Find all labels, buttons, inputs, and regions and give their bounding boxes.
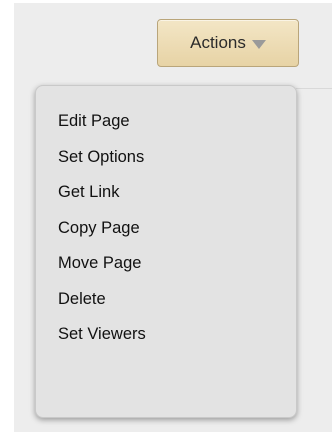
menu-item-delete[interactable]: Delete	[36, 282, 296, 318]
actions-menu: Edit Page Set Options Get Link Copy Page…	[35, 85, 297, 418]
menu-item-set-options[interactable]: Set Options	[36, 140, 296, 176]
menu-item-edit-page[interactable]: Edit Page	[36, 104, 296, 140]
actions-button[interactable]: Actions	[157, 19, 299, 67]
menu-item-move-page[interactable]: Move Page	[36, 246, 296, 282]
top-edge	[0, 0, 332, 3]
menu-item-set-viewers[interactable]: Set Viewers	[36, 317, 296, 353]
menu-item-get-link[interactable]: Get Link	[36, 175, 296, 211]
page: Actions Edit Page Set Options Get Link C…	[0, 0, 332, 432]
menu-item-copy-page[interactable]: Copy Page	[36, 211, 296, 247]
left-edge	[0, 0, 14, 432]
caret-down-icon	[251, 39, 266, 49]
actions-button-label: Actions	[190, 33, 246, 52]
divider-line	[296, 88, 332, 89]
